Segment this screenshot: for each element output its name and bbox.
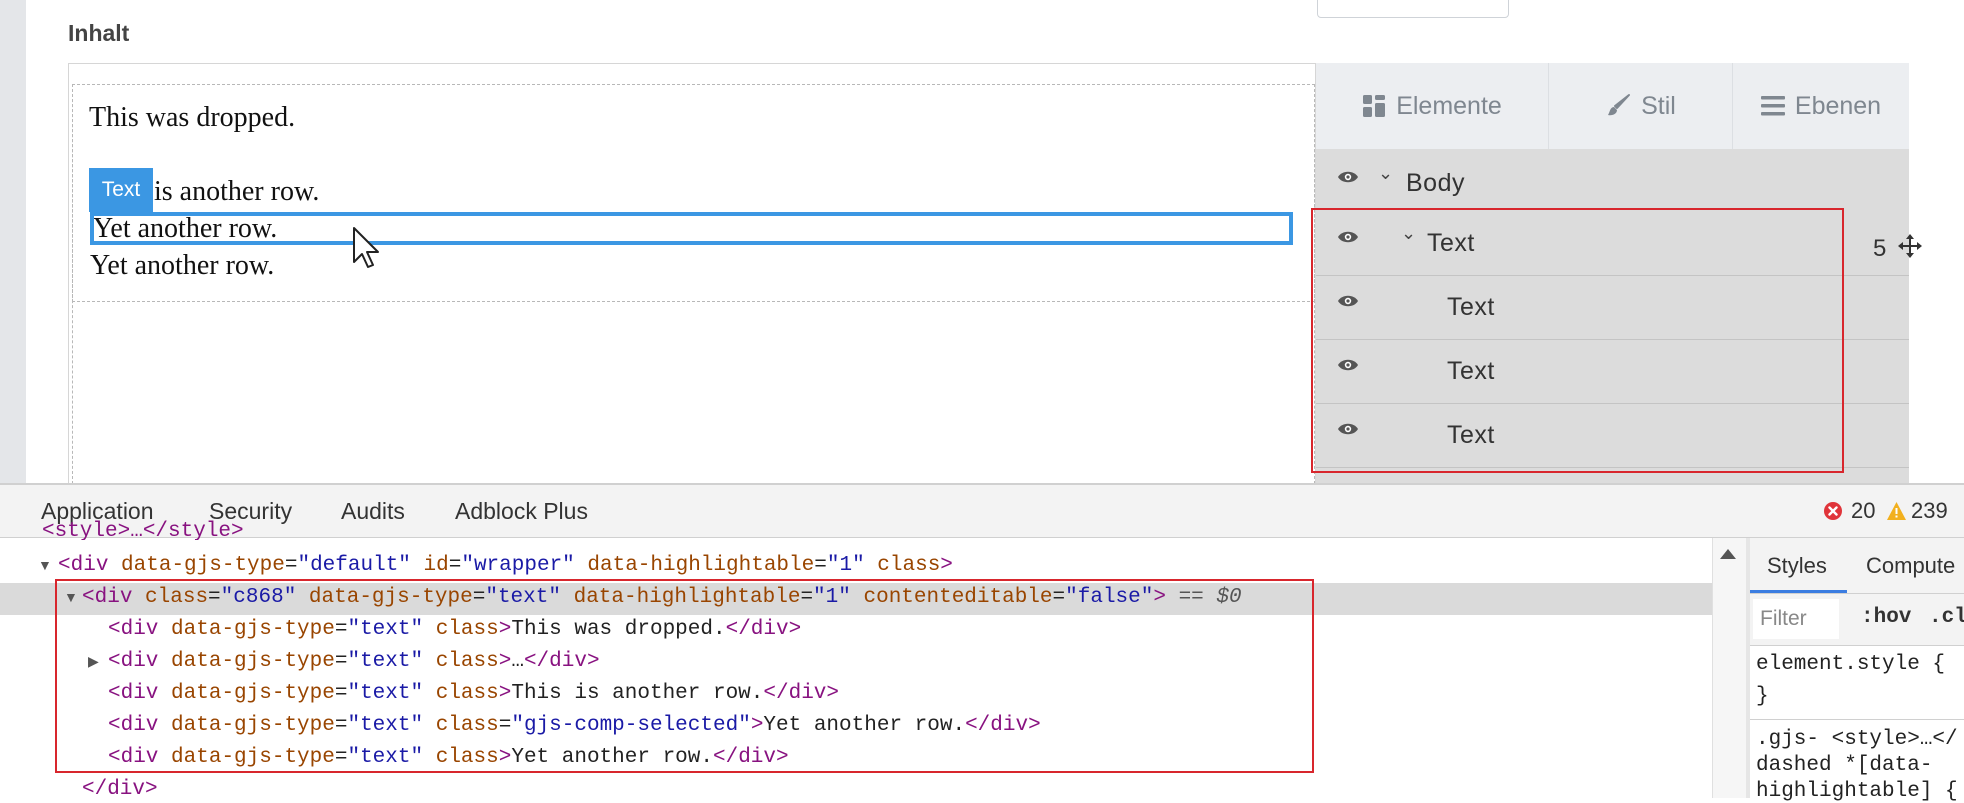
chevron-down-icon[interactable]: ⌄ — [1378, 163, 1393, 184]
attr-name: class — [877, 554, 941, 577]
class-toggle[interactable]: .cl — [1929, 606, 1964, 629]
attr-name: data-highlightable — [587, 554, 815, 577]
dom-line-wrapper[interactable]: <div data-gjs-type="default" id="wrapper… — [58, 554, 953, 577]
css-rule-line[interactable]: highlightable] { — [1756, 780, 1958, 803]
scroll-up-arrow-icon[interactable] — [1719, 548, 1737, 560]
eye-icon[interactable] — [1337, 169, 1359, 185]
error-count[interactable]: 20 — [1851, 498, 1875, 524]
warning-icon[interactable] — [1886, 501, 1907, 521]
expand-triangle-icon[interactable]: ▼ — [38, 557, 52, 573]
devtools-tab-bar — [0, 485, 1964, 538]
canvas-row-4[interactable]: Yet another row. — [90, 250, 274, 282]
canvas-row-2[interactable]: is another row. — [154, 176, 319, 208]
tab-adblock-plus[interactable]: Adblock Plus — [455, 498, 588, 525]
top-button[interactable] — [1317, 0, 1509, 18]
rule-divider — [1750, 719, 1964, 720]
selection-highlight — [90, 212, 1293, 245]
layer-label-body: Body — [1406, 169, 1465, 197]
annotation-box-dom — [55, 579, 1314, 773]
style-tag-text: <style>…</style> — [42, 520, 244, 540]
element-style-rule[interactable]: element.style { — [1756, 653, 1945, 676]
rule-close-brace: } — [1756, 685, 1769, 708]
tab-ebenen-label: Ebenen — [1794, 91, 1882, 120]
canvas-row-1[interactable]: This was dropped. — [89, 102, 295, 134]
elements-scrollbar[interactable] — [1712, 538, 1746, 798]
error-icon[interactable] — [1823, 501, 1843, 521]
section-title: Inhalt — [68, 20, 130, 46]
tab-ebenen[interactable]: Ebenen — [1733, 63, 1909, 149]
brush-icon — [1608, 94, 1631, 116]
child-count: 5 — [1873, 235, 1887, 262]
grid-icon — [1363, 95, 1386, 117]
tab-elemente-label: Elemente — [1396, 91, 1502, 120]
layer-row-body[interactable]: ⌄ Body — [1316, 153, 1909, 213]
css-rule-line[interactable]: .gjs- <style>…</ — [1756, 728, 1958, 751]
attr-value: 1 — [839, 554, 853, 577]
tab-stil[interactable]: Stil — [1549, 63, 1733, 149]
filter-placeholder: Filter — [1760, 607, 1807, 630]
warning-count[interactable]: 239 — [1911, 498, 1948, 524]
annotation-box-layers — [1311, 208, 1844, 473]
tab-elemente[interactable]: Elemente — [1316, 63, 1549, 149]
attr-name: id — [423, 554, 449, 577]
active-tab-indicator — [1750, 590, 1847, 593]
attr-name: data-gjs-type — [121, 554, 285, 577]
dom-line-style[interactable]: <style>…</style> — [42, 520, 244, 540]
tab-audits[interactable]: Audits — [341, 498, 405, 525]
tab-stil-label: Stil — [1641, 91, 1676, 120]
bars-icon — [1760, 96, 1785, 116]
tab-computed[interactable]: Compute — [1866, 553, 1955, 579]
hover-state-toggle[interactable]: :hov — [1861, 606, 1911, 629]
component-type-badge: Text — [89, 168, 153, 212]
move-icon[interactable] — [1897, 233, 1923, 259]
attr-value: wrapper — [473, 554, 563, 577]
tag-name: div — [70, 554, 109, 577]
tab-styles[interactable]: Styles — [1767, 553, 1827, 579]
attr-value: default — [310, 554, 399, 577]
left-gutter — [0, 0, 26, 483]
css-rule-line[interactable]: dashed *[data- — [1756, 754, 1932, 777]
mouse-cursor-icon — [353, 227, 379, 268]
